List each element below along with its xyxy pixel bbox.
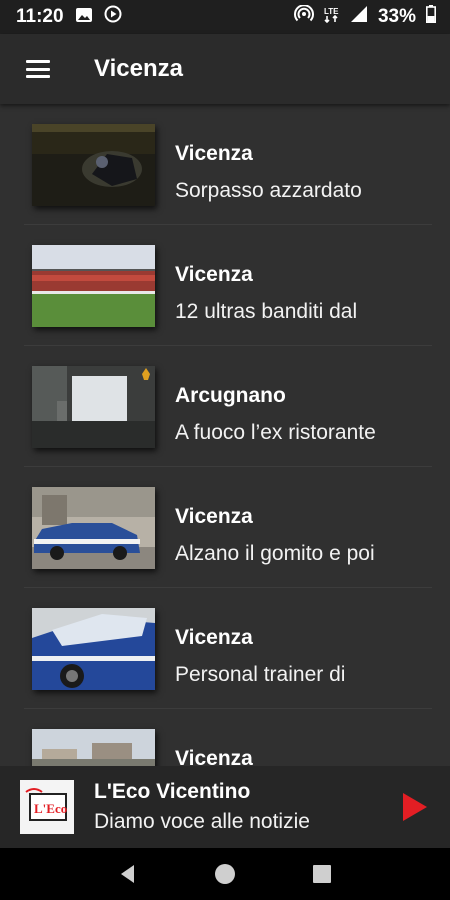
status-bar: 11:20 LTE 33% [0,0,450,34]
news-thumbnail-police-car [32,487,155,569]
back-icon[interactable] [108,854,148,894]
news-thumbnail-fire-ruins [32,366,155,448]
home-icon[interactable] [205,854,245,894]
hamburger-menu-icon[interactable] [0,34,76,104]
news-city: Vicenza [175,142,253,165]
news-item[interactable]: Arcugnano A fuoco l’ex ristorante [24,346,432,467]
image-icon [75,6,92,28]
news-headline: A fuoco l’ex ristorante [175,421,376,444]
app-bar: Vicenza [0,34,450,104]
news-city: Vicenza [175,263,253,286]
news-item[interactable]: Vicenza [24,709,432,766]
news-thumbnail-town [32,729,155,766]
news-headline: Sorpasso azzardato [175,179,362,202]
svg-text:L'Eco: L'Eco [34,801,67,816]
svg-text:LTE: LTE [324,7,339,16]
news-city: Arcugnano [175,384,286,407]
battery-level: 33% [377,6,416,27]
navigation-bar [0,848,450,900]
news-thumbnail-police-car-closeup [32,608,155,690]
news-item[interactable]: Vicenza 12 ultras banditi dal [24,225,432,346]
player-bar[interactable]: L'Eco L'Eco Vicentino Diamo voce alle no… [0,766,450,848]
news-city: Vicenza [175,747,253,766]
news-city: Vicenza [175,626,253,649]
news-thumbnail-stadium [32,245,155,327]
news-city: Vicenza [175,505,253,528]
station-name: L'Eco Vicentino [94,780,251,803]
station-tagline: Diamo voce alle notizie [94,810,310,833]
news-item[interactable]: Vicenza Personal trainer di [24,588,432,709]
news-item[interactable]: Vicenza Sorpasso azzardato [24,104,432,225]
news-thumbnail-car-accident [32,124,155,206]
play-circle-icon [104,5,122,29]
news-headline: Alzano il gomito e poi [175,542,375,565]
news-list[interactable]: Vicenza Sorpasso azzardato Vicenza 12 ul… [0,104,450,766]
battery-icon [426,5,436,29]
news-headline: 12 ultras banditi dal [175,300,358,323]
status-time: 11:20 [16,6,64,27]
news-headline: Personal trainer di [175,663,346,686]
recents-icon[interactable] [302,854,342,894]
signal-icon [350,5,368,29]
station-logo: L'Eco [20,780,74,834]
hotspot-icon [293,4,314,29]
page-title: Vicenza [94,55,183,82]
play-icon[interactable] [400,791,430,823]
news-item[interactable]: Vicenza Alzano il gomito e poi [24,467,432,588]
lte-icon: LTE [324,5,340,29]
